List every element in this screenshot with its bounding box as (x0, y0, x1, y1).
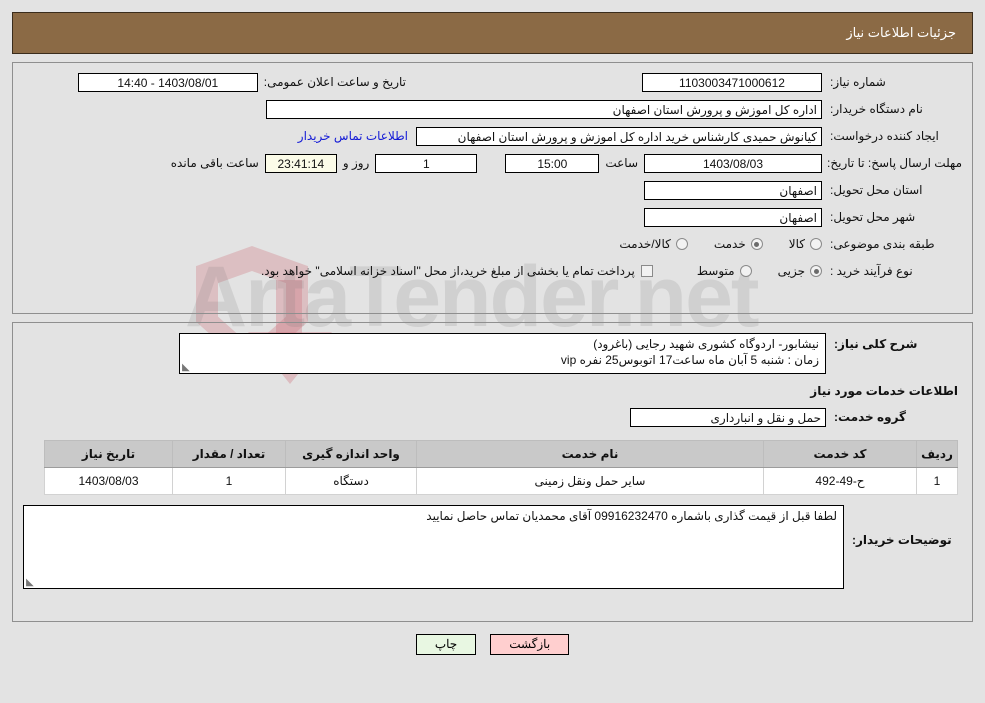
cell-unit: دستگاه (285, 467, 417, 495)
service-group-label: گروه خدمت: (834, 410, 907, 424)
treasury-checkbox-item[interactable]: پرداخت تمام یا بخشی از مبلغ خرید،از محل … (261, 264, 653, 278)
treasury-checkbox-label: پرداخت تمام یا بخشی از مبلغ خرید،از محل … (260, 264, 635, 278)
province-value: اصفهان (644, 180, 822, 200)
radio-icon-minor[interactable] (810, 265, 822, 277)
process-option-minor[interactable]: جزیی (778, 264, 822, 278)
category-label: طبقه بندی موضوعی: (830, 237, 935, 251)
need-number-label: شماره نیاز: (830, 75, 886, 89)
creator-value: کیانوش حمیدی کارشناس خرید اداره کل اموزش… (416, 126, 822, 146)
publish-value: 1403/08/01 - 14:40 (77, 72, 258, 92)
province-label: استان محل تحویل: (830, 183, 923, 197)
creator-label: ایجاد کننده درخواست: (830, 129, 939, 143)
cell-name: سایر حمل ونقل زمینی (416, 467, 764, 495)
countdown-timer: 23:41:14 (264, 153, 337, 173)
page-header: جزئیات اطلاعات نیاز (12, 12, 973, 54)
service-group-value: حمل و نقل و انبارداری (630, 407, 826, 427)
page-title: جزئیات اطلاعات نیاز (846, 25, 956, 40)
services-table: ردیف کد خدمت نام خدمت واحد اندازه گیری ت… (44, 440, 958, 495)
table-header-row: ردیف کد خدمت نام خدمت واحد اندازه گیری ت… (44, 440, 958, 468)
table-header-name: نام خدمت (416, 440, 764, 468)
resize-handle-icon-notes[interactable]: ◢ (26, 577, 35, 588)
process-label: نوع فرآیند خرید : (830, 264, 913, 278)
row-need-number: شماره نیاز: 1103003471000612 تاریخ و ساع… (23, 71, 962, 93)
radio-icon-khedmat[interactable] (750, 238, 763, 250)
category-option-khedmat-label: خدمت (713, 237, 746, 251)
services-section-title: اطلاعات خدمات مورد نیاز (810, 384, 958, 398)
category-option-khedmat[interactable]: خدمت (714, 237, 763, 251)
category-radio-group: کالا خدمت کالا/خدمت (593, 237, 822, 251)
cell-qty: 1 (172, 467, 286, 495)
process-option-medium-label: متوسط (696, 264, 735, 278)
need-number-value: 1103003471000612 (642, 72, 822, 92)
cell-date: 1403/08/03 (44, 467, 173, 495)
radio-icon-kala[interactable] (810, 238, 822, 250)
back-button[interactable]: بازگشت (490, 634, 570, 655)
checkbox-icon-treasury[interactable] (640, 265, 653, 277)
process-radio-group: جزیی متوسط (671, 264, 822, 278)
buyer-org-value: اداره کل اموزش و پرورش استان اصفهان (266, 99, 822, 119)
need-info-panel: شماره نیاز: 1103003471000612 تاریخ و ساع… (12, 62, 973, 314)
process-option-medium[interactable]: متوسط (697, 264, 752, 278)
city-value: اصفهان (644, 207, 822, 227)
remaining-days-value: 1 (375, 153, 478, 173)
table-header-date: تاریخ نیاز (44, 440, 173, 468)
row-service-group: گروه خدمت: حمل و نقل و انبارداری (23, 406, 962, 428)
description-line-2: زمان : شنبه 5 آبان ماه ساعت17 اتوبوس25 ن… (560, 353, 819, 367)
table-header-unit: واحد اندازه گیری (285, 440, 417, 468)
table-header-code: کد خدمت (763, 440, 917, 468)
notes-text: لطفا قبل از قیمت گذاری باشماره 099162324… (426, 509, 837, 523)
print-button[interactable]: چاپ (415, 634, 477, 655)
cell-code: ح-49-492 (763, 467, 917, 495)
remaining-text: ساعت باقی مانده (170, 156, 259, 170)
category-option-kala-label: کالا (788, 237, 805, 251)
deadline-label: مهلت ارسال پاسخ: تا تاریخ: (827, 156, 962, 170)
row-buyer-notes: توضیحات خریدار: لطفا قبل از قیمت گذاری ب… (23, 505, 962, 589)
deadline-date-value: 1403/08/03 (644, 153, 822, 173)
row-creator: ایجاد کننده درخواست: کیانوش حمیدی کارشنا… (23, 125, 962, 147)
row-deadline: مهلت ارسال پاسخ: تا تاریخ: 1403/08/03 سا… (23, 152, 962, 174)
buyer-org-label: نام دستگاه خریدار: (830, 102, 923, 116)
publish-label: تاریخ و ساعت اعلان عمومی: (263, 75, 406, 89)
table-header-radif: ردیف (916, 440, 958, 468)
row-category: طبقه بندی موضوعی: کالا خدمت کالا/خدمت (23, 233, 962, 255)
radio-icon-medium[interactable] (739, 265, 752, 277)
need-detail-panel: شرح کلی نیاز: نیشابور- اردوگاه کشوری شهی… (12, 322, 973, 622)
buyer-contact-link[interactable]: اطلاعات تماس خریدار (290, 129, 416, 143)
category-option-kala[interactable]: کالا (789, 237, 822, 251)
row-city: شهر محل تحویل: اصفهان (23, 206, 962, 228)
row-description: شرح کلی نیاز: نیشابور- اردوگاه کشوری شهی… (23, 333, 962, 374)
table-header-qty: تعداد / مقدار (172, 440, 286, 468)
resize-handle-icon[interactable]: ◢ (182, 362, 191, 373)
process-option-minor-label: جزیی (777, 264, 805, 278)
deadline-hour-label: ساعت (605, 156, 638, 170)
radio-icon-kala-khedmat[interactable] (675, 238, 688, 250)
description-line-1: نیشابور- اردوگاه کشوری شهید رجایی (باغرو… (593, 337, 819, 351)
remaining-days-text: روز و (342, 156, 370, 170)
description-label: شرح کلی نیاز: (834, 337, 918, 351)
row-process-type: نوع فرآیند خرید : جزیی متوسط پرداخت تمام… (23, 260, 962, 282)
category-option-kala-khedmat-label: کالا/خدمت (619, 237, 671, 251)
description-textarea[interactable]: نیشابور- اردوگاه کشوری شهید رجایی (باغرو… (179, 333, 826, 374)
category-option-kala-khedmat[interactable]: کالا/خدمت (619, 237, 688, 251)
city-label: شهر محل تحویل: (830, 210, 916, 224)
cell-radif: 1 (916, 467, 958, 495)
deadline-time-value: 15:00 (505, 153, 600, 173)
notes-label: توضیحات خریدار: (852, 533, 952, 547)
table-row: 1 ح-49-492 سایر حمل ونقل زمینی دستگاه 1 … (44, 467, 958, 495)
footer-actions: بازگشت چاپ (0, 634, 985, 655)
row-province: استان محل تحویل: اصفهان (23, 179, 962, 201)
buyer-notes-textarea[interactable]: لطفا قبل از قیمت گذاری باشماره 099162324… (23, 505, 844, 589)
row-buyer-org: نام دستگاه خریدار: اداره کل اموزش و پرور… (23, 98, 962, 120)
